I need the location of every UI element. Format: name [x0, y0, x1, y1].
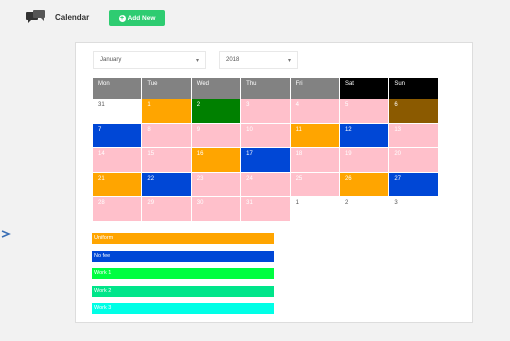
calendar-day-cell[interactable]: 26 [339, 172, 390, 197]
arrow-right-icon [1, 230, 11, 238]
calendar-body: 31 1 2 3 4 5 6 7 8 9 10 11 12 13 14 15 16 17 18 19 20 21 22 23 2… [93, 99, 439, 222]
legend: Uniform No fee Work 1 Work 2 Work 3 [92, 233, 274, 321]
calendar-grid: Mon Tue Wed Thu Fri Sat Sun 31 1 2 3 4 5 6 7 8 9 10 11 12 1… [93, 78, 439, 222]
calendar-day-cell[interactable]: 30 [191, 197, 242, 222]
chevron-down-icon: ▾ [195, 57, 199, 64]
weekday-thu: Thu [241, 78, 291, 99]
calendar-week-row: 31 1 2 3 4 5 6 [93, 99, 439, 124]
calendar-week-row: 21 22 23 24 25 26 27 [93, 172, 439, 197]
calendar-week-row: 7 8 9 10 11 12 13 [93, 123, 439, 148]
calendar-day-cell[interactable]: 23 [191, 172, 242, 197]
weekday-wed: Wed [191, 78, 242, 99]
calendar-day-cell[interactable]: 9 [191, 123, 242, 148]
calendar-day-cell[interactable]: 1 [142, 99, 192, 124]
calendar-day-cell[interactable]: 2 [191, 99, 242, 124]
calendar-day-cell[interactable]: 11 [290, 123, 340, 148]
weekday-sat: Sat [339, 78, 390, 99]
top-bar: Calendar + Add New [0, 0, 510, 38]
calendar-day-cell[interactable]: 18 [290, 148, 340, 173]
calendar-day-cell[interactable]: 31 [93, 99, 143, 124]
legend-item: Uniform [92, 233, 274, 244]
calendar-day-cell[interactable]: 28 [93, 197, 143, 222]
calendar-day-cell[interactable]: 29 [142, 197, 192, 222]
calendar-day-cell[interactable]: 16 [191, 148, 242, 173]
legend-item: No fee [92, 250, 274, 262]
calendar-day-cell[interactable]: 1 [290, 197, 340, 222]
weekday-sun: Sun [389, 78, 439, 99]
calendar-card: January ▾ 2018 ▾ Mon Tue Wed Thu Fri Sat Sun 3… [75, 42, 473, 323]
year-select[interactable]: 2018 ▾ [219, 51, 298, 69]
calendar-day-cell[interactable]: 2 [339, 197, 390, 222]
calendar-day-cell[interactable]: 27 [389, 172, 439, 197]
legend-item: Work 2 [92, 285, 274, 297]
calendar-day-cell[interactable]: 19 [339, 148, 390, 173]
weekday-header: Mon Tue Wed Thu Fri Sat Sun [93, 78, 439, 99]
calendar-day-cell[interactable]: 12 [339, 123, 390, 148]
calendar-day-cell[interactable]: 22 [142, 172, 192, 197]
page-title: Calendar [55, 13, 90, 22]
calendar-day-cell[interactable]: 4 [290, 99, 340, 124]
calendar-day-cell[interactable]: 6 [389, 99, 439, 124]
calendar-chat-icon [26, 10, 45, 23]
legend-item: Work 1 [92, 268, 274, 280]
calendar-day-cell[interactable]: 3 [241, 99, 291, 124]
calendar-day-cell[interactable]: 15 [142, 148, 192, 173]
month-select[interactable]: January ▾ [93, 51, 206, 69]
calendar-day-cell[interactable]: 10 [241, 123, 291, 148]
weekday-tue: Tue [142, 78, 192, 99]
calendar-day-cell[interactable]: 13 [389, 123, 439, 148]
chevron-down-icon: ▾ [287, 57, 291, 64]
month-select-value: January [100, 57, 122, 63]
calendar-day-cell[interactable]: 31 [241, 197, 291, 222]
calendar-week-row: 28 29 30 31 1 2 3 [93, 197, 439, 222]
calendar-day-cell[interactable]: 5 [339, 99, 390, 124]
calendar-day-cell[interactable]: 3 [389, 197, 439, 222]
calendar-day-cell[interactable]: 14 [93, 148, 143, 173]
calendar-day-cell[interactable]: 21 [93, 172, 143, 197]
year-select-value: 2018 [226, 57, 240, 63]
calendar-day-cell[interactable]: 7 [93, 123, 143, 148]
weekday-mon: Mon [93, 78, 143, 99]
add-new-label: Add New [127, 14, 156, 22]
legend-item: Work 3 [92, 303, 274, 315]
calendar-day-cell[interactable]: 25 [290, 172, 340, 197]
calendar-week-row: 14 15 16 17 18 19 20 [93, 148, 439, 173]
add-new-button[interactable]: + Add New [109, 10, 165, 26]
calendar-day-cell[interactable]: 24 [241, 172, 291, 197]
calendar-day-cell[interactable]: 17 [241, 148, 291, 173]
weekday-fri: Fri [290, 78, 340, 99]
calendar-day-cell[interactable]: 8 [142, 123, 192, 148]
plus-icon: + [118, 14, 126, 22]
calendar-day-cell[interactable]: 20 [389, 148, 439, 173]
